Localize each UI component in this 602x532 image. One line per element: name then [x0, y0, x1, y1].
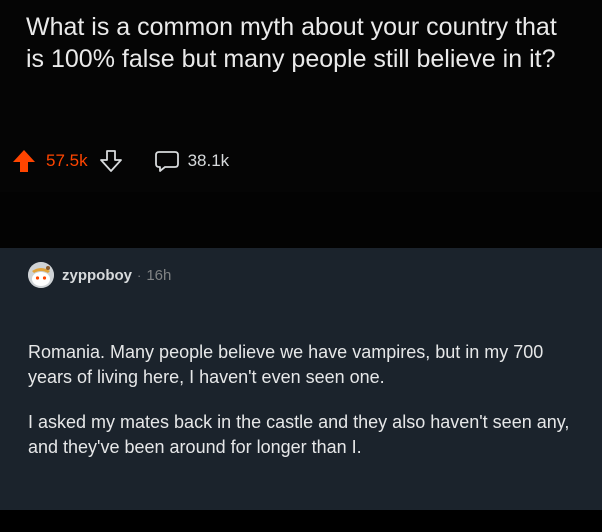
comment-card: zyppoboy · 16h Romania. Many people beli…	[0, 248, 602, 510]
comment-header: zyppoboy · 16h	[28, 262, 171, 288]
comment-paragraph: Romania. Many people believe we have vam…	[28, 342, 544, 387]
post-action-bar: 57.5k 38.1k	[10, 146, 229, 176]
comment-username[interactable]: zyppoboy	[62, 267, 132, 284]
section-divider	[0, 192, 602, 248]
snoo-avatar-icon[interactable]	[28, 262, 54, 288]
comment-timestamp: 16h	[146, 266, 172, 284]
bottom-edge	[0, 510, 602, 532]
vote-control: 57.5k	[10, 147, 124, 175]
meta-separator: ·	[137, 267, 142, 283]
comment-body: Romania. Many people believe we have vam…	[28, 340, 576, 480]
downvote-arrow-icon[interactable]	[98, 147, 124, 175]
comment-count: 38.1k	[187, 151, 230, 170]
upvote-count: 57.5k	[46, 151, 88, 170]
screenshot-page: What is a common myth about your country…	[0, 0, 602, 532]
post-title[interactable]: What is a common myth about your country…	[26, 11, 566, 75]
speech-bubble-icon	[154, 148, 180, 174]
post-card: What is a common myth about your country…	[0, 0, 602, 192]
comments-button[interactable]: 38.1k	[154, 148, 230, 174]
comment-paragraph: I asked my mates back in the castle and …	[28, 412, 570, 457]
upvote-arrow-icon[interactable]	[10, 147, 38, 175]
